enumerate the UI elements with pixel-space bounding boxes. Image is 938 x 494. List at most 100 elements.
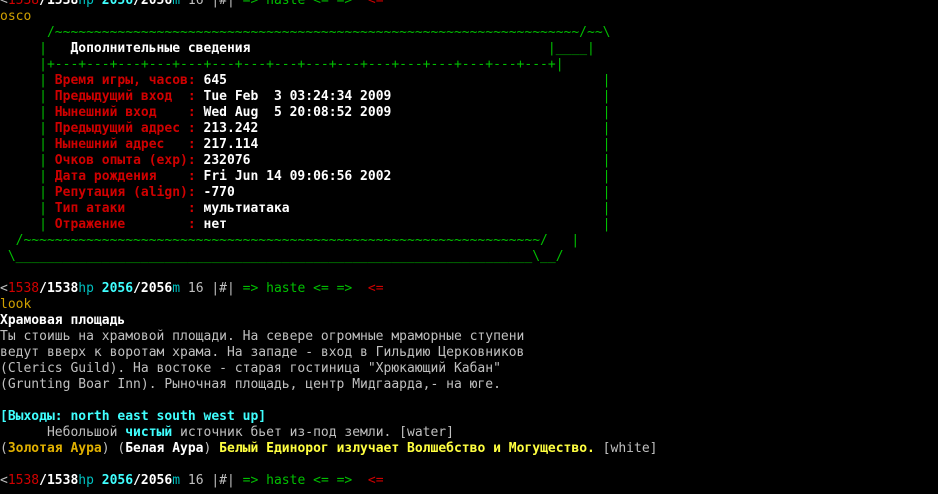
- text-segment: Дата рождения: [54, 169, 188, 184]
- text-segment: /2056: [133, 0, 173, 8]
- text-segment: :: [187, 201, 204, 216]
- text-segment: :: [187, 153, 204, 168]
- terminal-line: Небольшой чистый источник бьет из-под зе…: [0, 425, 938, 441]
- terminal-line: | Репутация (align): -770 |: [0, 185, 938, 201]
- text-segment: Дополнительные сведения: [46, 41, 251, 56]
- text-segment: <: [0, 473, 8, 488]
- text-segment: мультиатака: [203, 201, 290, 216]
- text-segment: <: [0, 0, 8, 8]
- text-segment: [Выходы: north east south west up]: [0, 409, 267, 424]
- terminal-line: | Нынешний вход : Wed Aug 5 20:08:52 200…: [0, 105, 938, 121]
- text-segment: Tue Feb 3 03:24:34 2009: [203, 89, 392, 104]
- command-echo-line: look: [0, 297, 938, 313]
- terminal-line: | Дополнительные сведения |____|: [0, 41, 938, 57]
- text-segment: /1538: [39, 0, 79, 8]
- text-segment: |: [0, 73, 55, 88]
- terminal-line: | Предыдущий адрес : 213.242 |: [0, 121, 938, 137]
- text-segment: |: [0, 137, 55, 152]
- text-segment: look: [0, 297, 32, 312]
- text-segment: Время игры, часов: [54, 73, 188, 88]
- text-segment: osco: [0, 9, 32, 24]
- text-segment: |: [258, 137, 611, 152]
- terminal-line: [Выходы: north east south west up]: [0, 409, 938, 425]
- text-segment: |: [0, 201, 55, 216]
- text-segment: Предыдущий вход: [54, 89, 188, 104]
- text-segment: /~~~~~~~~~~~~~~~~~~~~~~~~~~~~~~~~~~~~~~~…: [0, 233, 580, 248]
- text-segment: -770: [203, 185, 235, 200]
- text-segment: Репутация (align): [54, 185, 188, 200]
- text-segment: |: [391, 105, 611, 120]
- text-segment: |: [0, 105, 55, 120]
- text-segment: Золотая Аура: [7, 441, 102, 456]
- text-segment: |: [0, 169, 55, 184]
- text-segment: /~~~~~~~~~~~~~~~~~~~~~~~~~~~~~~~~~~~~~~~…: [0, 25, 611, 40]
- text-segment: [white]: [594, 441, 658, 456]
- text-segment: 16: [187, 0, 212, 8]
- text-segment: /1538: [39, 473, 79, 488]
- text-segment: :: [187, 217, 204, 232]
- terminal-line: |+---+---+---+---+---+---+---+---+---+--…: [0, 57, 938, 73]
- terminal-line: Ты стоишь на храмовой площади. На севере…: [0, 329, 938, 345]
- text-segment: |: [0, 89, 55, 104]
- text-segment: 1538: [7, 281, 40, 296]
- text-segment: :: [187, 89, 204, 104]
- text-segment: hp: [78, 473, 102, 488]
- text-segment: :: [187, 137, 204, 152]
- text-segment: /1538: [39, 281, 79, 296]
- text-segment: Fri Jun 14 09:06:56 2002: [203, 169, 392, 184]
- terminal-output[interactable]: <1538/1538hp 2056/2056m 16 |#| => haste …: [0, 0, 938, 489]
- text-segment: Белая Аура: [125, 441, 204, 456]
- text-segment: чистый: [125, 425, 173, 440]
- text-segment: :: [187, 185, 204, 200]
- text-segment: Храмовая площадь: [0, 313, 126, 328]
- text-segment: m: [172, 473, 188, 488]
- text-segment: |: [250, 153, 611, 168]
- text-segment: ) (: [101, 441, 126, 456]
- text-segment: Отражение: [54, 217, 188, 232]
- text-segment: hp: [78, 281, 102, 296]
- text-segment: |+---+---+---+---+---+---+---+---+---+--…: [0, 57, 564, 72]
- status-prompt-line: <1538/1538hp 2056/2056m 16 |#| => haste …: [0, 0, 938, 9]
- text-segment: 1538: [7, 0, 40, 8]
- terminal-line: (Grunting Boar Inn). Рыночная площадь, ц…: [0, 377, 938, 393]
- terminal-line: | Очков опыта (exp): 232076 |: [0, 153, 938, 169]
- text-segment: |: [0, 217, 55, 232]
- terminal-line: | Время игры, часов: 645 |: [0, 73, 938, 89]
- text-segment: Небольшой: [0, 425, 126, 440]
- text-segment: => haste <= =>: [242, 0, 361, 8]
- text-segment: 645: [203, 73, 227, 88]
- text-segment: |#|: [211, 0, 243, 8]
- terminal-line: /~~~~~~~~~~~~~~~~~~~~~~~~~~~~~~~~~~~~~~~…: [0, 233, 938, 249]
- text-segment: (Grunting Boar Inn). Рыночная площадь, ц…: [0, 377, 501, 392]
- status-prompt-line: <1538/1538hp 2056/2056m 16 |#| => haste …: [0, 281, 938, 297]
- text-segment: ведут вверх к воротам храма. На западе -…: [0, 345, 525, 360]
- text-segment: 217.114: [203, 137, 259, 152]
- text-segment: m: [172, 0, 188, 8]
- text-segment: \_______________________________________…: [0, 249, 564, 264]
- terminal-line: | Тип атаки : мультиатака |: [0, 201, 938, 217]
- text-segment: 2056: [101, 281, 134, 296]
- text-segment: Белый Единорог излучает Волшебство и Мог…: [219, 441, 595, 456]
- text-segment: |: [391, 89, 611, 104]
- text-segment: :: [187, 105, 204, 120]
- text-segment: 1538: [7, 473, 40, 488]
- terminal-line: | Предыдущий вход : Tue Feb 3 03:24:34 2…: [0, 89, 938, 105]
- text-segment: |: [391, 169, 611, 184]
- text-segment: m: [172, 281, 188, 296]
- text-segment: Очков опыта (exp): [54, 153, 188, 168]
- text-segment: /2056: [133, 281, 173, 296]
- text-segment: |____|: [250, 41, 595, 56]
- text-segment: (Clerics Guild). На востоке - старая гос…: [0, 361, 501, 376]
- terminal-line: | Нынешний адрес : 217.114 |: [0, 137, 938, 153]
- text-segment: 16: [187, 473, 212, 488]
- text-segment: :: [187, 169, 204, 184]
- text-segment: |#|: [211, 281, 243, 296]
- text-segment: Нынешний вход: [54, 105, 188, 120]
- terminal-line: (Золотая Аура) (Белая Аура) Белый Единор…: [0, 441, 938, 457]
- text-segment: => haste <= =>: [242, 473, 361, 488]
- text-segment: |: [0, 153, 55, 168]
- command-echo-line: osco: [0, 9, 938, 25]
